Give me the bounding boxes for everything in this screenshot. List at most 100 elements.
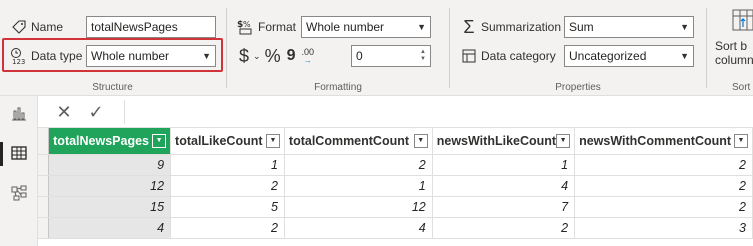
table-cell[interactable]: 1 xyxy=(432,154,576,176)
table-cell[interactable]: 5 xyxy=(170,196,285,218)
summarization-label: Summarization xyxy=(481,20,562,34)
sort-label-line1: Sort b xyxy=(715,39,748,53)
formatting-group-label: Formatting xyxy=(314,82,362,93)
stepper-arrows[interactable]: ▲ ▼ xyxy=(420,49,426,63)
table-cell[interactable]: 2 xyxy=(170,175,285,197)
summarization-row: Σ Summarization xyxy=(460,16,561,38)
category-row: Data category xyxy=(460,45,556,67)
table-cell[interactable]: 2 xyxy=(574,154,753,176)
sort-group-label: Sort xyxy=(732,82,751,93)
sigma-icon: Σ xyxy=(463,16,475,37)
currency-button[interactable]: $ xyxy=(239,46,249,67)
comma-glyph: 9 xyxy=(286,47,296,64)
up-arrow-icon[interactable]: ▲ xyxy=(420,49,426,56)
arrow-right-icon: → xyxy=(303,55,312,65)
data-table: totalNewsPages ▼ totalLikeCount ▼ totalCom… xyxy=(38,128,753,239)
summarization-value: Sum xyxy=(569,20,594,34)
check-icon: ✓ xyxy=(88,101,104,122)
column-header-totalCommentCount[interactable]: totalCommentCount ▼ xyxy=(284,128,433,155)
view-rail xyxy=(0,96,38,246)
table-cell[interactable]: 2 xyxy=(574,196,753,218)
category-dropdown[interactable]: Uncategorized ▼ xyxy=(564,45,694,67)
filter-dropdown-icon[interactable]: ▼ xyxy=(556,133,571,148)
tag-icon xyxy=(10,18,28,36)
column-header-newsWithCommentCount[interactable]: newsWithCommentCount ▼ xyxy=(574,128,753,155)
table-cell[interactable]: 7 xyxy=(432,196,576,218)
close-icon: ✕ xyxy=(56,101,72,122)
model-view-icon xyxy=(11,185,27,204)
table-view-icon xyxy=(11,145,27,164)
filter-dropdown-icon[interactable]: ▼ xyxy=(734,133,748,148)
report-view-icon xyxy=(11,105,27,124)
cancel-button[interactable]: ✕ xyxy=(52,100,76,124)
formula-input[interactable] xyxy=(124,100,753,124)
table-row: 4 2 4 2 3 xyxy=(38,217,753,239)
chevron-down-icon: ▼ xyxy=(417,22,426,32)
chevron-down-icon[interactable]: ⌄ xyxy=(253,51,261,62)
chevron-down-icon: ▼ xyxy=(680,22,689,32)
table-cell[interactable]: 12 xyxy=(284,196,433,218)
properties-group: Σ Summarization Sum ▼ Data category Unca… xyxy=(450,0,706,96)
category-value: Uncategorized xyxy=(569,49,647,63)
commit-button[interactable]: ✓ xyxy=(84,100,108,124)
row-stub xyxy=(38,175,50,197)
table-cell[interactable]: 1 xyxy=(170,154,285,176)
filter-dropdown-icon[interactable]: ▼ xyxy=(152,133,167,148)
column-header-label: totalNewsPages xyxy=(53,133,150,148)
column-header-label: newsWithCommentCount xyxy=(579,133,732,148)
table-row: 12 2 1 4 2 xyxy=(38,175,753,197)
ribbon: Name totalNewsPages 123 Data type Whole … xyxy=(0,0,753,96)
formatting-group: $% Format Whole number ▼ $ ⌄ % 9 .00 → 0… xyxy=(227,0,449,96)
properties-group-label: Properties xyxy=(555,82,601,93)
table-view-button[interactable] xyxy=(0,140,38,168)
report-view-button[interactable] xyxy=(0,100,38,128)
formula-bar: ✕ ✓ xyxy=(38,96,753,128)
column-header-label: newsWithLikeCount xyxy=(436,133,557,148)
svg-text:%: % xyxy=(243,20,251,29)
row-stub xyxy=(38,196,50,218)
filter-dropdown-icon[interactable]: ▼ xyxy=(265,133,280,148)
table-cell[interactable]: 4 xyxy=(48,217,172,239)
table-cell[interactable]: 1 xyxy=(284,175,433,197)
table-cell[interactable]: 4 xyxy=(432,175,576,197)
format-dropdown[interactable]: Whole number ▼ xyxy=(301,16,431,38)
table-cell[interactable]: 12 xyxy=(48,175,172,197)
summarization-dropdown[interactable]: Sum ▼ xyxy=(564,16,694,38)
decimal-places-stepper[interactable]: 0 ▲ ▼ xyxy=(351,45,431,67)
chevron-down-icon: ▼ xyxy=(680,51,689,61)
data-grid: totalNewsPages ▼ totalLikeCount ▼ totalCom… xyxy=(38,128,753,246)
category-label: Data category xyxy=(481,49,556,63)
table-row: 15 5 12 7 2 xyxy=(38,196,753,218)
datatype-highlight xyxy=(2,38,223,72)
column-header-totalLikeCount[interactable]: totalLikeCount ▼ xyxy=(170,128,285,155)
table-cell[interactable]: 15 xyxy=(48,196,172,218)
column-header-label: totalLikeCount xyxy=(175,133,263,148)
table-cell[interactable]: 2 xyxy=(432,217,576,239)
name-input[interactable]: totalNewsPages xyxy=(86,16,216,38)
name-label: Name xyxy=(31,20,64,34)
sort-by-column-icon xyxy=(731,8,753,35)
format-row: $% Format xyxy=(237,16,296,38)
down-arrow-icon[interactable]: ▼ xyxy=(420,56,426,63)
header-row: totalNewsPages ▼ totalLikeCount ▼ totalCom… xyxy=(38,128,753,155)
model-view-button[interactable] xyxy=(0,180,38,208)
table-cell[interactable]: 4 xyxy=(284,217,433,239)
table-cell[interactable]: 2 xyxy=(170,217,285,239)
table-cell[interactable]: 3 xyxy=(574,217,753,239)
sort-by-column-button[interactable]: Sort b column xyxy=(715,8,753,67)
number-format-buttons: $ ⌄ % 9 .00 → xyxy=(239,45,314,67)
column-header-totalNewsPages[interactable]: totalNewsPages ▼ xyxy=(48,128,172,155)
row-stub xyxy=(38,128,50,155)
structure-group-label: Structure xyxy=(92,82,133,93)
table-cell[interactable]: 9 xyxy=(48,154,172,176)
decimal-button[interactable]: .00 → xyxy=(301,47,314,65)
table-row: 9 1 2 1 2 xyxy=(38,154,753,176)
column-header-newsWithLikeCount[interactable]: newsWithLikeCount ▼ xyxy=(432,128,576,155)
decimal-places-value: 0 xyxy=(356,49,363,63)
filter-dropdown-icon[interactable]: ▼ xyxy=(413,133,428,148)
table-cell[interactable]: 2 xyxy=(284,154,433,176)
comma-style-button[interactable]: 9 xyxy=(287,47,296,65)
sort-group: Sort b column Sort xyxy=(707,0,753,96)
percent-button[interactable]: % xyxy=(265,46,281,67)
table-cell[interactable]: 2 xyxy=(574,175,753,197)
